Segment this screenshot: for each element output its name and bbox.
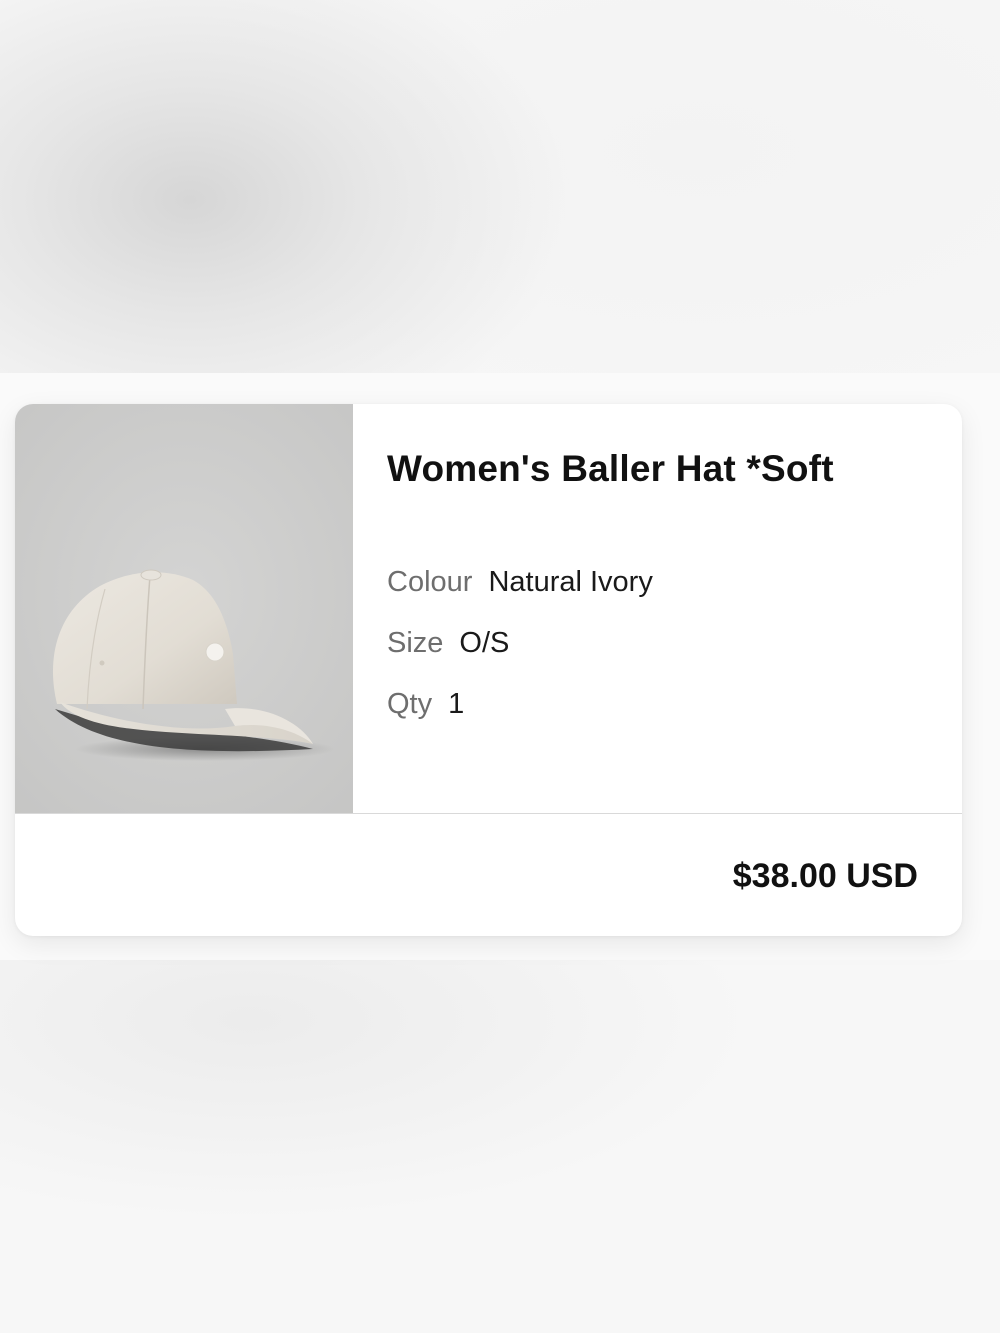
colour-value: Natural Ivory: [488, 566, 653, 598]
colour-attribute: Colour Natural Ivory: [387, 564, 653, 600]
blurred-background-top: [0, 0, 1000, 373]
size-attribute: Size O/S: [387, 625, 509, 661]
product-details: Women's Baller Hat *Soft Colour Natural I…: [387, 444, 947, 720]
card-divider: [15, 813, 962, 814]
blurred-background-bottom: [0, 960, 1000, 1333]
product-image[interactable]: [15, 404, 353, 813]
baseball-cap-illustration: [52, 569, 335, 761]
size-label: Size: [387, 627, 444, 659]
item-price: $38.00 USD: [732, 857, 918, 895]
quantity-label: Qty: [387, 688, 433, 720]
size-value: O/S: [459, 627, 510, 659]
quantity-value: 1: [448, 688, 465, 720]
product-title[interactable]: Women's Baller Hat *Soft: [387, 444, 947, 494]
colour-label: Colour: [387, 566, 473, 598]
quantity-attribute: Qty 1: [387, 686, 464, 722]
order-item-card[interactable]: Women's Baller Hat *Soft Colour Natural I…: [15, 404, 962, 936]
